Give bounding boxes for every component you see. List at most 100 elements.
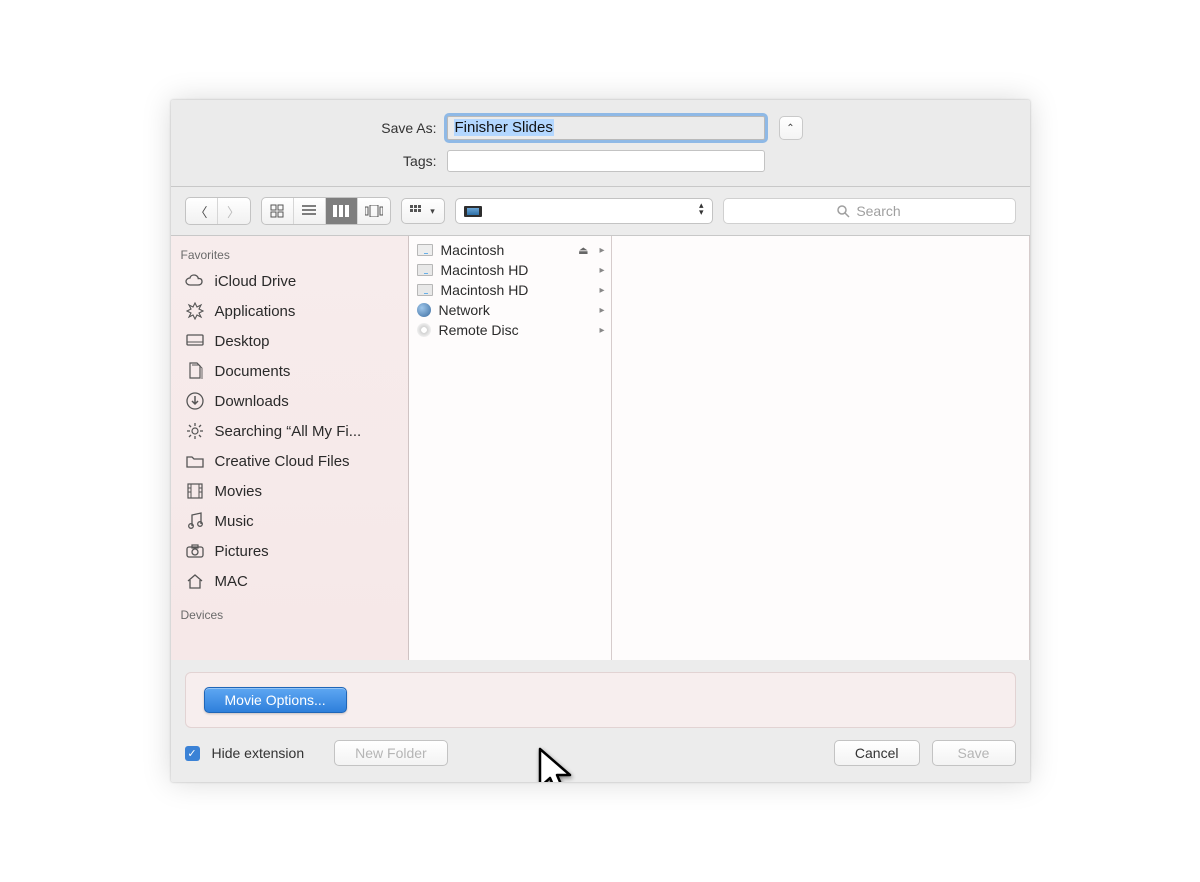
gear-icon — [185, 422, 205, 440]
sidebar-item-desktop[interactable]: Desktop — [171, 326, 408, 356]
desktop-icon — [185, 332, 205, 350]
footer: ✓ Hide extension New Folder Cancel Save — [171, 734, 1030, 782]
sidebar-item-label: Music — [215, 513, 254, 530]
collapse-button[interactable]: ⌃ — [779, 116, 803, 140]
eject-icon[interactable]: ⏏ — [578, 244, 588, 257]
options-bar: Movie Options... — [185, 672, 1016, 728]
nav-buttons: 〈 〉 — [185, 197, 251, 225]
save-as-label: Save As: — [171, 120, 439, 136]
disc-icon — [417, 323, 431, 337]
sidebar-item-label: Documents — [215, 363, 291, 380]
forward-button[interactable]: 〉 — [218, 198, 250, 224]
chevron-left-icon: 〈 — [194, 202, 207, 221]
sidebar-item-downloads[interactable]: Downloads — [171, 386, 408, 416]
sidebar-item-music[interactable]: Music — [171, 506, 408, 536]
chevron-down-icon: ▾ — [430, 206, 435, 217]
folder-icon — [185, 452, 205, 470]
chevron-up-icon: ⌃ — [786, 123, 794, 134]
sidebar-item-movies[interactable]: Movies — [171, 476, 408, 506]
view-list-button[interactable] — [294, 198, 326, 224]
new-folder-button[interactable]: New Folder — [334, 740, 448, 766]
save-form-area: Save As: Finisher Slides ⌃ Tags: — [171, 100, 1030, 187]
coverflow-icon — [365, 205, 383, 217]
column-item[interactable]: Remote Disc ▸ — [409, 320, 611, 340]
sidebar-item-search[interactable]: Searching “All My Fi... — [171, 416, 408, 446]
apps-icon — [185, 302, 205, 320]
home-icon — [185, 572, 205, 590]
sidebar-item-label: Creative Cloud Files — [215, 453, 350, 470]
save-dialog: Save As: Finisher Slides ⌃ Tags: 〈 〉 — [171, 100, 1030, 782]
movies-icon — [185, 482, 205, 500]
movie-options-button[interactable]: Movie Options... — [204, 687, 347, 713]
toolbar: 〈 〉 — [171, 187, 1030, 236]
column-item[interactable]: Macintosh HD ▸ — [409, 260, 611, 280]
sidebar-item-icloud[interactable]: iCloud Drive — [171, 266, 408, 296]
sidebar-item-applications[interactable]: Applications — [171, 296, 408, 326]
updown-icon: ▴▾ — [699, 202, 704, 216]
sidebar-item-label: Searching “All My Fi... — [215, 423, 362, 440]
sidebar-item-documents[interactable]: Documents — [171, 356, 408, 386]
column-item-label: Macintosh HD — [441, 262, 529, 278]
chevron-right-icon: 〉 — [227, 202, 240, 221]
sidebar-item-pictures[interactable]: Pictures — [171, 536, 408, 566]
drive-icon — [417, 244, 433, 256]
chevron-right-icon: ▸ — [599, 285, 604, 296]
tags-label: Tags: — [171, 153, 439, 169]
arrange-button[interactable]: ▾ — [401, 198, 445, 224]
hide-extension-checkbox[interactable]: ✓ — [185, 746, 200, 761]
file-browser: Favorites iCloud Drive Applications Desk… — [171, 236, 1030, 660]
chevron-right-icon: ▸ — [599, 325, 604, 336]
location-select[interactable]: ▴▾ — [455, 198, 713, 224]
grid-icon — [270, 204, 284, 218]
column-item-label: Network — [439, 302, 490, 318]
file-column: Macintosh ⏏ ▸ Macintosh HD ▸ Macintosh H… — [409, 236, 612, 660]
sidebar-item-label: MAC — [215, 573, 248, 590]
hide-extension-label: Hide extension — [212, 745, 305, 761]
view-icon-button[interactable] — [262, 198, 294, 224]
sidebar-item-home[interactable]: MAC — [171, 566, 408, 596]
sidebar-item-label: Movies — [215, 483, 263, 500]
sidebar-item-label: Desktop — [215, 333, 270, 350]
cloud-icon — [185, 272, 205, 290]
tags-input[interactable] — [447, 150, 765, 172]
search-placeholder: Search — [856, 203, 900, 219]
search-input[interactable]: Search — [723, 198, 1016, 224]
sidebar-item-label: iCloud Drive — [215, 273, 297, 290]
check-icon: ✓ — [187, 747, 196, 760]
view-buttons — [261, 197, 391, 225]
sidebar-header-devices: Devices — [171, 604, 408, 626]
chevron-right-icon: ▸ — [599, 305, 604, 316]
column-item-label: Macintosh HD — [441, 282, 529, 298]
drive-icon — [417, 264, 433, 276]
computer-icon — [464, 206, 482, 217]
pictures-icon — [185, 542, 205, 560]
column-item-label: Macintosh — [441, 242, 505, 258]
downloads-icon — [185, 392, 205, 410]
search-icon — [837, 205, 850, 218]
column-item-label: Remote Disc — [439, 322, 519, 338]
sidebar-item-label: Applications — [215, 303, 296, 320]
view-column-button[interactable] — [326, 198, 358, 224]
sidebar: Favorites iCloud Drive Applications Desk… — [171, 236, 409, 660]
save-as-selection: Finisher Slides — [454, 119, 554, 136]
chevron-right-icon: ▸ — [599, 265, 604, 276]
sidebar-item-label: Downloads — [215, 393, 289, 410]
documents-icon — [185, 362, 205, 380]
arrange-icon — [410, 205, 426, 217]
globe-icon — [417, 303, 431, 317]
column-item[interactable]: Network ▸ — [409, 300, 611, 320]
file-column-empty — [612, 236, 1030, 660]
column-item[interactable]: Macintosh HD ▸ — [409, 280, 611, 300]
chevron-right-icon: ▸ — [599, 245, 604, 256]
save-button[interactable]: Save — [932, 740, 1016, 766]
column-item[interactable]: Macintosh ⏏ ▸ — [409, 240, 611, 260]
cancel-button[interactable]: Cancel — [834, 740, 920, 766]
sidebar-header-favorites: Favorites — [171, 244, 408, 266]
music-icon — [185, 512, 205, 530]
sidebar-item-creativecloud[interactable]: Creative Cloud Files — [171, 446, 408, 476]
back-button[interactable]: 〈 — [186, 198, 218, 224]
sidebar-item-label: Pictures — [215, 543, 269, 560]
save-as-input[interactable]: Finisher Slides — [447, 116, 765, 140]
list-icon — [302, 205, 316, 217]
view-coverflow-button[interactable] — [358, 198, 390, 224]
